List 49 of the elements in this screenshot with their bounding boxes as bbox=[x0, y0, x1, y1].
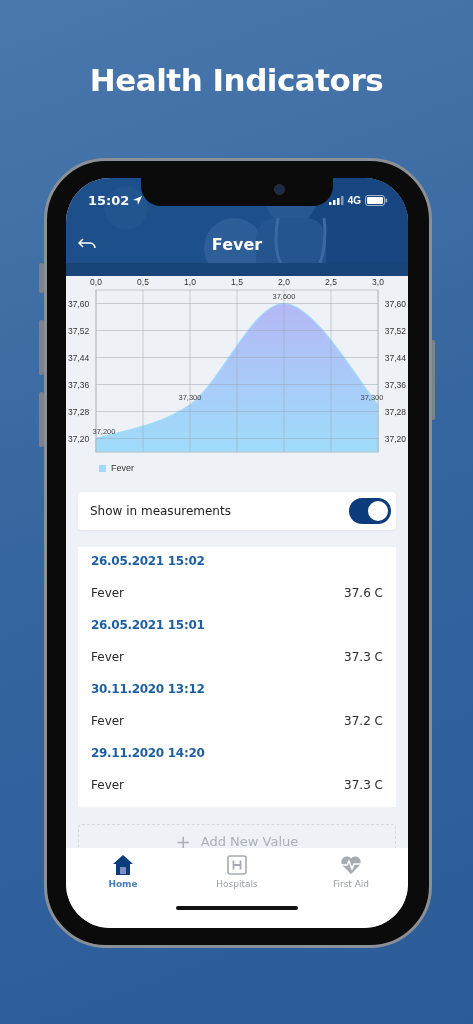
x-tick-label: 2,5 bbox=[325, 277, 337, 287]
y-tick-label: 37,36 bbox=[68, 379, 90, 390]
y-tick-label: 37,28 bbox=[384, 406, 406, 417]
toggle-switch[interactable] bbox=[349, 498, 391, 524]
y-tick-label: 37,52 bbox=[68, 325, 90, 336]
signal-icon bbox=[328, 195, 344, 205]
entry-name: Fever bbox=[91, 650, 125, 664]
back-icon[interactable] bbox=[78, 238, 96, 250]
home-icon bbox=[112, 854, 134, 876]
y-tick-label: 37,20 bbox=[384, 433, 406, 444]
legend-swatch bbox=[99, 464, 106, 472]
y-tick-label: 37,60 bbox=[384, 298, 406, 309]
tab[interactable]: First Aid bbox=[294, 848, 408, 892]
entry-name: Fever bbox=[91, 778, 125, 792]
x-tick-label: 0,5 bbox=[137, 277, 149, 287]
entry-value: 37.3 C bbox=[344, 650, 383, 664]
x-tick-label: 1,0 bbox=[184, 277, 196, 287]
x-tick-label: 1,5 bbox=[231, 277, 243, 287]
location-arrow-icon bbox=[133, 195, 143, 205]
headline: Health Indicators bbox=[88, 61, 385, 100]
y-tick-label: 37,60 bbox=[68, 298, 90, 309]
y-tick-label: 37,44 bbox=[68, 352, 90, 363]
hospital-icon bbox=[226, 854, 248, 876]
network-type: 4G bbox=[347, 194, 361, 206]
status-time: 15:02 bbox=[88, 192, 130, 208]
x-tick-label: 3,0 bbox=[372, 277, 384, 287]
toggle-label: Show in measurements bbox=[90, 504, 232, 518]
y-tick-label: 37,44 bbox=[384, 352, 406, 363]
entry-value: 37.6 C bbox=[344, 586, 383, 600]
tab[interactable]: Home bbox=[66, 848, 180, 892]
screen-title: Fever bbox=[210, 234, 264, 254]
heart-pulse-icon bbox=[340, 854, 362, 876]
entry-date: 30.11.2020 13:12 bbox=[91, 682, 205, 696]
entry-value: 37.2 C bbox=[344, 714, 383, 728]
y-tick-label: 37,52 bbox=[384, 325, 406, 336]
entry-name: Fever bbox=[91, 714, 125, 728]
battery-icon bbox=[365, 194, 388, 206]
entry-name: Fever bbox=[91, 586, 125, 600]
entry-date: 26.05.2021 15:01 bbox=[91, 618, 205, 632]
entry-value: 37.3 C bbox=[344, 778, 383, 792]
entry-date: 26.05.2021 15:02 bbox=[91, 554, 205, 568]
tab[interactable]: Hospitals bbox=[180, 848, 294, 892]
x-tick-label: 0,0 bbox=[90, 277, 102, 287]
entry-date: 29.11.2020 14:20 bbox=[91, 746, 205, 760]
y-tick-label: 37,36 bbox=[384, 379, 406, 390]
y-tick-label: 37,28 bbox=[68, 406, 90, 417]
y-tick-label: 37,20 bbox=[68, 433, 90, 444]
x-tick-label: 2,0 bbox=[278, 277, 290, 287]
legend-label: Fever bbox=[111, 463, 134, 473]
